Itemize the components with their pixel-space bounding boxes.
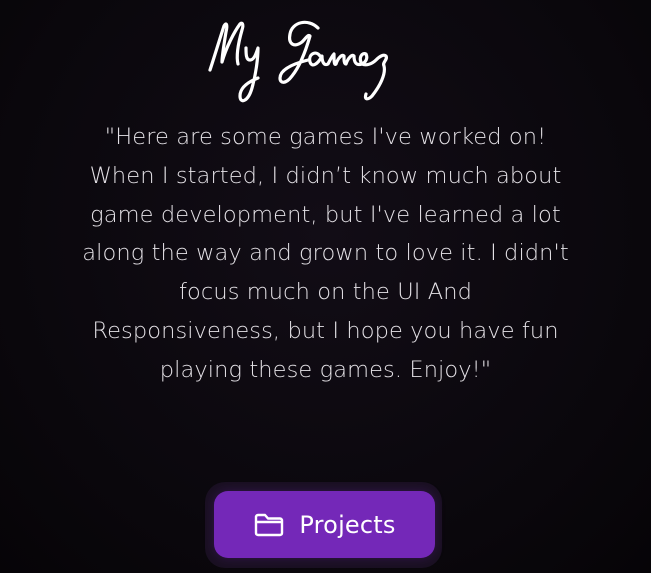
projects-button[interactable]: Projects bbox=[214, 491, 435, 558]
intro-line: "Here are some games I've worked on! bbox=[104, 124, 547, 150]
intro-line: game development, but I've learned a lot bbox=[90, 201, 561, 228]
page-title bbox=[0, 8, 651, 108]
folder-icon bbox=[253, 512, 285, 538]
intro-line: playing these games. Enjoy!" bbox=[159, 356, 492, 383]
intro-text: "Here are some games I've worked on! Whe… bbox=[30, 118, 621, 390]
intro-line: along the way and grown to love it. I di… bbox=[82, 240, 569, 267]
intro-line: When I started, I didn’t know much about bbox=[89, 162, 562, 189]
intro-line: focus much on the UI And bbox=[179, 279, 472, 306]
projects-button-label: Projects bbox=[299, 510, 396, 539]
page-title-script bbox=[207, 20, 388, 103]
page: "Here are some games I've worked on! Whe… bbox=[0, 0, 651, 573]
intro-line: Responsiveness, but I hope you have fun bbox=[92, 317, 559, 344]
